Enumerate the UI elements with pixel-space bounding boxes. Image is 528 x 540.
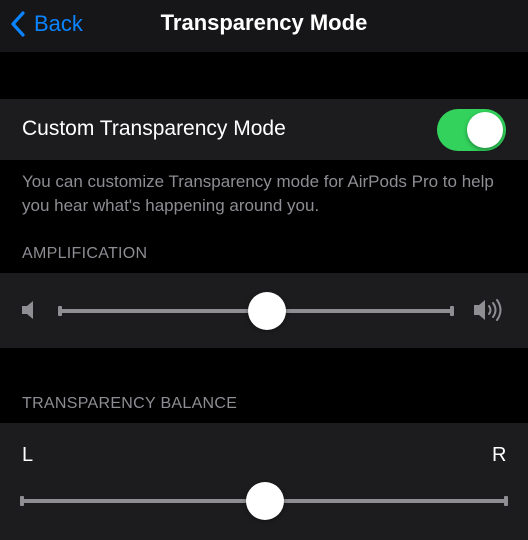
custom-transparency-label: Custom Transparency Mode bbox=[22, 117, 286, 140]
page-title: Transparency Mode bbox=[160, 10, 368, 35]
balance-left-label: L bbox=[22, 444, 34, 466]
amplification-track-max-cap bbox=[450, 306, 454, 316]
balance-track-right-cap bbox=[504, 496, 508, 506]
custom-transparency-switch[interactable] bbox=[437, 109, 506, 151]
transparency-balance-header: TRANSPARENCY BALANCE bbox=[22, 395, 238, 412]
amplification-track-min-cap bbox=[58, 306, 62, 316]
navigation-bar: Back Transparency Mode bbox=[0, 0, 528, 52]
balance-slider-thumb[interactable] bbox=[246, 482, 284, 520]
switch-knob bbox=[467, 112, 503, 148]
speaker-high-icon bbox=[474, 299, 502, 321]
amplification-slider-thumb[interactable] bbox=[248, 292, 286, 330]
speaker-low-icon bbox=[22, 301, 33, 319]
amplification-header: AMPLIFICATION bbox=[22, 245, 148, 262]
balance-right-label: R bbox=[492, 444, 507, 466]
balance-track-left-cap bbox=[20, 496, 24, 506]
custom-transparency-footer: You can customize Transparency mode for … bbox=[22, 172, 494, 215]
